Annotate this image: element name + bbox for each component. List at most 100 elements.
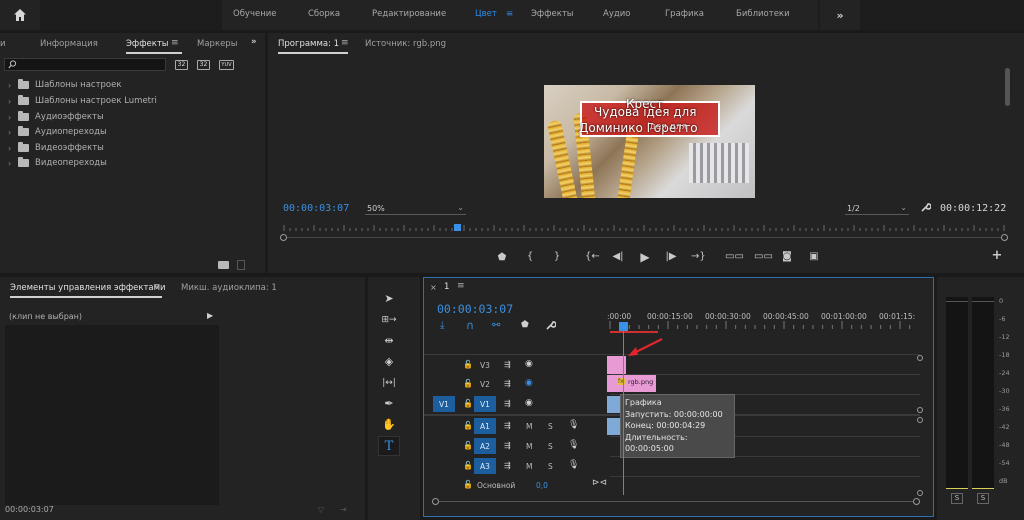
tree-item-video-effects[interactable]: › Видеоэффекты: [8, 141, 104, 155]
compare-view-icon[interactable]: ▣: [807, 251, 821, 263]
slip-tool-icon[interactable]: |↔|: [378, 373, 400, 393]
microphone-icon[interactable]: 🎙: [568, 460, 579, 470]
mute-a3[interactable]: M: [526, 462, 532, 471]
accelerated-filter-button[interactable]: 32: [175, 60, 188, 70]
lock-icon[interactable]: 🔓: [463, 461, 473, 470]
solo-a3[interactable]: S: [548, 462, 553, 471]
tab-source[interactable]: Источник: rgb.png: [365, 39, 446, 49]
button-editor-icon[interactable]: +: [991, 249, 1003, 262]
lock-icon[interactable]: 🔓: [463, 379, 473, 388]
track-label-v3[interactable]: V3: [480, 361, 490, 370]
tree-item-video-transitions[interactable]: › Видеопереходы: [8, 156, 107, 170]
video-clip-v1[interactable]: [607, 396, 621, 413]
eye-icon[interactable]: ◉: [525, 359, 533, 369]
add-marker-icon[interactable]: ⬟: [521, 320, 529, 330]
graphics-clip-v2[interactable]: fx rgb.png: [607, 375, 656, 392]
tab-audio-clip-mixer[interactable]: Микш. аудиоклипа: 1: [181, 283, 277, 293]
program-menu-icon[interactable]: ≡: [341, 38, 349, 48]
workspace-menu-icon[interactable]: ≡: [506, 9, 513, 19]
workspace-tab-assembly[interactable]: Сборка: [308, 9, 340, 19]
tree-item-audio-transitions[interactable]: › Аудиопереходы: [8, 125, 107, 139]
tab-effects[interactable]: Эффекты: [126, 39, 169, 49]
tab-effect-controls[interactable]: Элементы управления эффектами: [10, 283, 166, 293]
solo-right-button[interactable]: S: [977, 493, 989, 504]
zoom-handle-left[interactable]: [280, 234, 287, 241]
timeline-horizontal-scrollbar[interactable]: [432, 497, 921, 506]
program-zoom-bar[interactable]: [280, 233, 1008, 242]
microphone-icon[interactable]: 🎙: [568, 440, 579, 450]
workspace-tab-learning[interactable]: Обучение: [233, 9, 277, 19]
mute-a2[interactable]: M: [526, 442, 532, 451]
zoom-select[interactable]: 50% ⌄: [365, 202, 466, 215]
audio-tracks-scrollbar[interactable]: [915, 417, 924, 497]
solo-left-button[interactable]: S: [951, 493, 963, 504]
close-sequence-icon[interactable]: ×: [430, 283, 437, 292]
effect-controls-menu-icon[interactable]: ≡: [153, 282, 161, 292]
master-volume-value[interactable]: 0,0: [536, 481, 548, 490]
type-tool-icon[interactable]: T: [378, 436, 400, 456]
workspace-tab-color[interactable]: Цвет: [475, 9, 497, 19]
sync-lock-icon[interactable]: ⇶: [504, 360, 511, 369]
program-playhead[interactable]: [453, 224, 461, 231]
timeline-ruler[interactable]: :00:00 00:00:15:00 00:00:30:00 00:00:45:…: [607, 303, 920, 329]
nest-icon[interactable]: ⤓: [440, 320, 444, 331]
tree-item-lumetri-presets[interactable]: › Шаблоны настроек Lumetri: [8, 94, 157, 108]
video-tracks-scrollbar[interactable]: [915, 355, 924, 413]
workspace-tab-graphics[interactable]: Графика: [665, 9, 704, 19]
camera-icon[interactable]: ◙: [781, 251, 793, 263]
tab-info[interactable]: Информация: [40, 39, 98, 49]
track-label-v2[interactable]: V2: [480, 380, 490, 389]
lock-icon[interactable]: 🔓: [463, 441, 473, 450]
audio-clip-a1[interactable]: [607, 418, 621, 435]
extract-icon[interactable]: ▭▭: [754, 251, 773, 263]
mute-a1[interactable]: M: [526, 422, 532, 431]
eye-icon[interactable]: ◉: [525, 398, 533, 408]
effects-menu-icon[interactable]: ≡: [171, 38, 179, 48]
source-patch-v1[interactable]: V1: [433, 396, 455, 412]
new-bin-icon[interactable]: [218, 261, 229, 269]
work-area-bar[interactable]: [610, 331, 658, 333]
home-button[interactable]: [0, 0, 40, 30]
yuv-filter-button[interactable]: YUV: [219, 60, 234, 70]
sync-lock-icon[interactable]: ⇶: [504, 421, 511, 430]
track-target-v1[interactable]: V1: [474, 396, 496, 412]
track-target-a1[interactable]: A1: [474, 418, 496, 434]
ripple-edit-tool-icon[interactable]: ⇹: [378, 331, 400, 351]
tab-info-partial[interactable]: и: [0, 39, 6, 49]
tree-item-presets[interactable]: › Шаблоны настроек: [8, 78, 122, 92]
effects-search-input[interactable]: [4, 58, 166, 71]
program-video-frame[interactable]: Крест Чудова ідея для Доминико Горетто і…: [544, 85, 755, 198]
tab-program[interactable]: Программа: 1: [278, 39, 339, 49]
lock-icon[interactable]: 🔓: [463, 399, 473, 408]
mark-out-icon[interactable]: }: [551, 251, 563, 263]
hand-tool-icon[interactable]: ✋: [378, 415, 400, 435]
program-timecode[interactable]: 00:00:03:07: [283, 203, 349, 214]
lock-icon[interactable]: 🔓: [463, 360, 473, 369]
go-to-in-icon[interactable]: {←: [585, 251, 600, 263]
linked-selection-icon[interactable]: ⚯: [492, 320, 500, 331]
pen-tool-icon[interactable]: ✒: [378, 394, 400, 414]
tree-item-audio-effects[interactable]: › Аудиоэффекты: [8, 110, 104, 124]
play-icon[interactable]: ▶: [639, 251, 651, 263]
monitor-scrollbar[interactable]: [1005, 68, 1010, 106]
workspace-tab-effects[interactable]: Эффекты: [531, 9, 574, 19]
marker-icon[interactable]: ⬟: [496, 252, 508, 264]
tab-markers[interactable]: Маркеры: [197, 39, 237, 49]
mark-in-icon[interactable]: {: [524, 251, 536, 263]
32bit-filter-button[interactable]: 32: [197, 60, 210, 70]
export-icon[interactable]: ⇥: [340, 505, 347, 514]
workspace-overflow-button[interactable]: »: [820, 0, 860, 30]
timeline-playhead[interactable]: [618, 322, 628, 331]
eye-icon[interactable]: ◉: [525, 378, 533, 388]
track-select-tool-icon[interactable]: ⊞→: [378, 310, 400, 330]
filter-icon[interactable]: ▽: [318, 505, 324, 514]
program-time-ruler[interactable]: [280, 220, 1008, 232]
solo-a1[interactable]: S: [548, 422, 553, 431]
toggle-timeline-icon[interactable]: ▶: [207, 311, 213, 320]
sync-lock-icon[interactable]: ⇶: [504, 461, 511, 470]
zoom-handle-right[interactable]: [1001, 234, 1008, 241]
razor-tool-icon[interactable]: ◈: [378, 352, 400, 372]
workspace-tab-libraries[interactable]: Библиотеки: [736, 9, 790, 19]
sync-lock-icon[interactable]: ⇶: [504, 399, 511, 408]
lock-icon[interactable]: 🔓: [463, 421, 473, 430]
